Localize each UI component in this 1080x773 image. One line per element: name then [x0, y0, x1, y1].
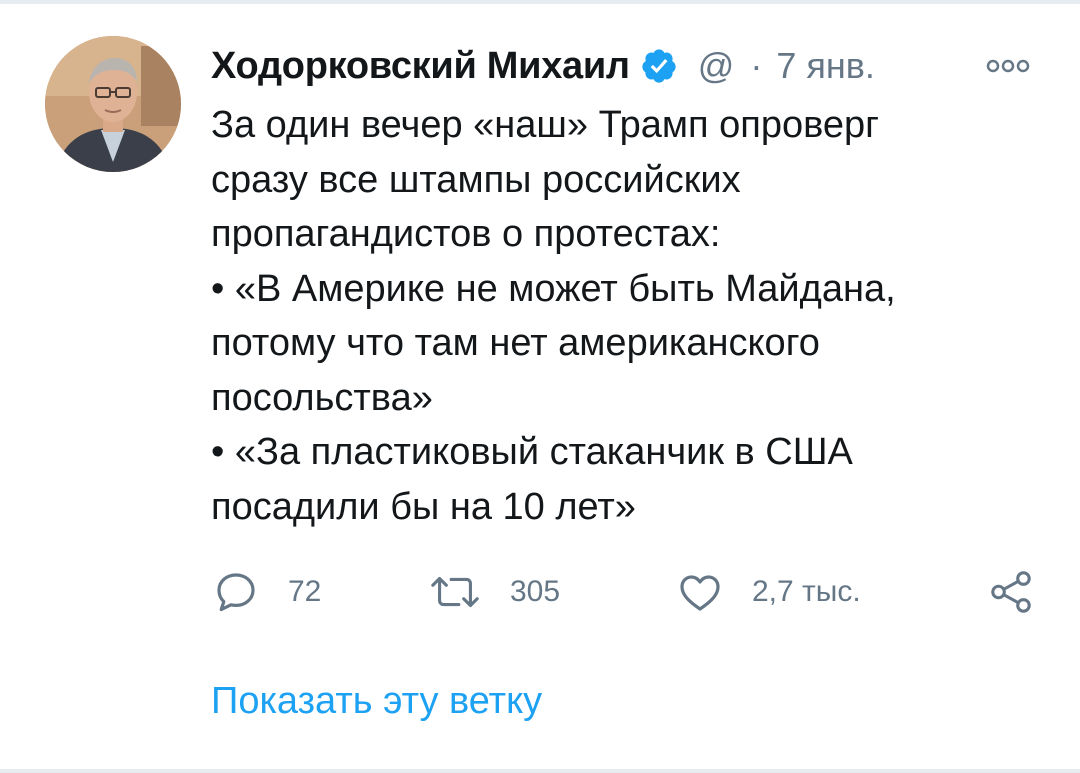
share-button[interactable] [988, 567, 1034, 617]
reply-count: 72 [288, 575, 322, 608]
more-options-icon[interactable] [986, 58, 1030, 74]
heart-icon [680, 575, 720, 611]
share-icon [991, 571, 1031, 613]
retweet-count: 305 [510, 575, 561, 608]
reply-icon [217, 573, 255, 612]
top-divider [0, 0, 1080, 4]
avatar[interactable] [45, 36, 181, 172]
retweet-button[interactable]: 305 [428, 567, 560, 617]
like-button[interactable]: 2,7 тыс. [676, 567, 861, 617]
tweet-text-line: пропагандистов о протестах: [211, 213, 721, 255]
author-name[interactable]: Ходорковский Михаил [211, 45, 630, 88]
bottom-divider [0, 769, 1080, 773]
like-count: 2,7 тыс. [752, 575, 861, 608]
tweet-date[interactable]: 7 янв. [776, 45, 875, 87]
tweet-text-line: потому что там нет американского [211, 322, 820, 364]
tweet-text-line: • «За пластиковый стаканчик в США [211, 431, 853, 473]
reply-button[interactable]: 72 [212, 567, 321, 617]
tweet-actions: 72 305 2,7 тыс. [0, 567, 1080, 617]
tweet-text-line: посольства» [211, 376, 433, 419]
tweet-text-line: • «В Америке не может быть Майдана, [211, 267, 896, 310]
avatar-photo [45, 36, 181, 172]
tweet-text-line: сразу все штампы российских [211, 158, 741, 201]
separator-dot: · [750, 45, 763, 86]
tweet-text-line: За один вечер «наш» Трамп опроверг [211, 104, 880, 146]
tweet-text: За один вечер «наш» Трамп опроверг сразу… [211, 98, 1051, 534]
show-thread-link[interactable]: Показать эту ветку [211, 680, 542, 723]
tweet-header: Ходорковский Михаил @ · 7 янв. [211, 38, 875, 94]
retweet-icon [431, 576, 479, 608]
verified-badge-icon [640, 47, 678, 85]
tweet-text-line: посадили бы на 10 лет» [211, 485, 636, 528]
author-handle[interactable]: @ [698, 45, 735, 87]
